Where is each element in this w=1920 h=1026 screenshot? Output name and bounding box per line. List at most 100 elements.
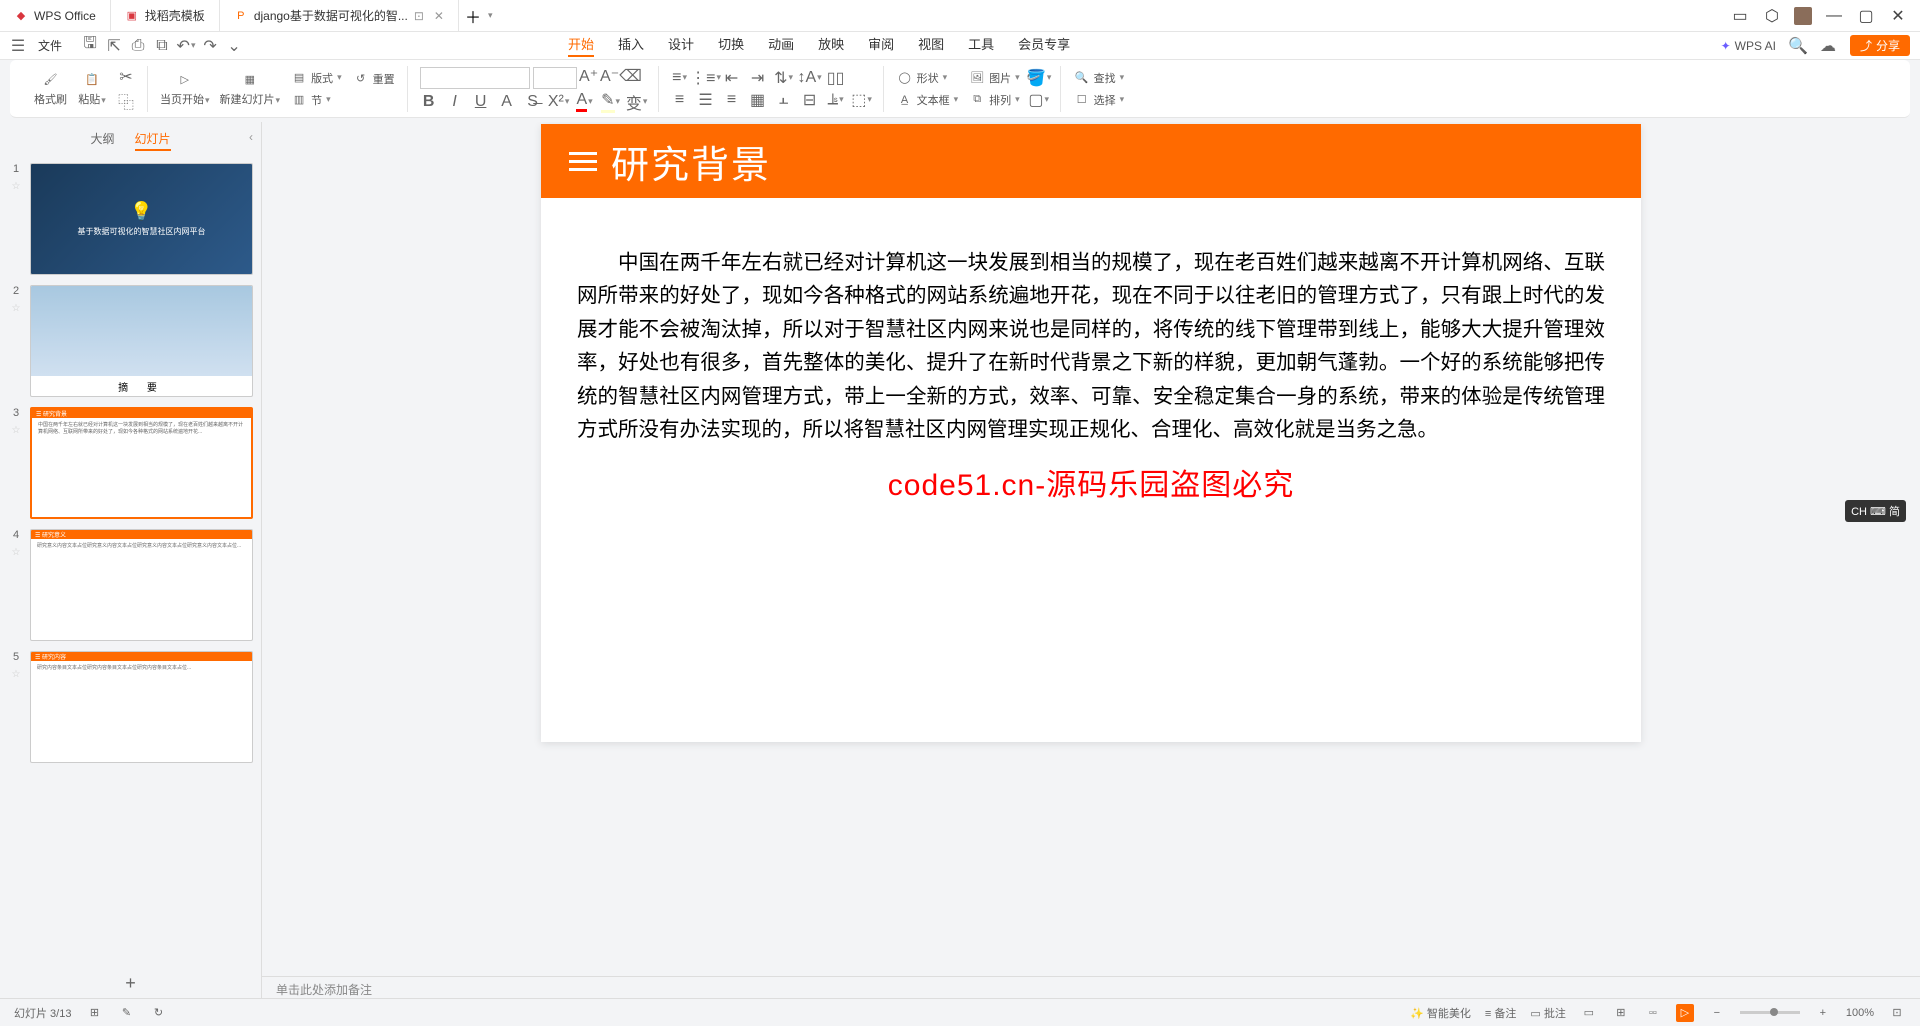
- italic-icon[interactable]: I: [446, 93, 464, 111]
- align-center-icon[interactable]: ☰: [697, 91, 715, 109]
- slide-thumb-1[interactable]: 💡基于数据可视化的智慧社区内网平台: [30, 163, 253, 275]
- star-icon[interactable]: ☆: [12, 425, 21, 436]
- status-pen-icon[interactable]: ✎: [117, 1004, 135, 1022]
- slide-body[interactable]: 中国在两千年左右就已经对计算机这一块发展到相当的规模了，现在老百姓们越来越离不开…: [541, 198, 1641, 524]
- zoom-slider[interactable]: [1740, 1011, 1800, 1014]
- app-tab-document[interactable]: P django基于数据可视化的智... ⊡ ✕: [220, 0, 459, 31]
- outline-tab[interactable]: 大纲: [90, 130, 114, 151]
- tab-start[interactable]: 开始: [568, 34, 594, 57]
- view-normal-icon[interactable]: ▭: [1580, 1004, 1598, 1022]
- arrange-button[interactable]: ⧉排列▾: [968, 91, 1020, 109]
- align-left-icon[interactable]: ≡: [671, 91, 689, 109]
- bold-icon[interactable]: B: [420, 93, 438, 111]
- zoom-in-icon[interactable]: +: [1814, 1004, 1832, 1022]
- zoom-value[interactable]: 100%: [1846, 1007, 1874, 1019]
- outline-icon[interactable]: ▢▾: [1030, 91, 1048, 109]
- notes-toggle[interactable]: ≡ 备注: [1485, 1005, 1516, 1021]
- increase-font-icon[interactable]: A⁺: [580, 67, 598, 85]
- tab-vip[interactable]: 会员专享: [1018, 34, 1070, 57]
- section-button[interactable]: ▥节▾: [290, 91, 342, 109]
- app-tab-template[interactable]: ▣ 找稻壳模板: [111, 0, 220, 31]
- fit-screen-icon[interactable]: ⊡: [1888, 1004, 1906, 1022]
- cut-icon[interactable]: ✂: [117, 68, 135, 86]
- tab-animation[interactable]: 动画: [768, 34, 794, 57]
- tab-review[interactable]: 审阅: [868, 34, 894, 57]
- align-justify-icon[interactable]: ▦: [749, 91, 767, 109]
- text-direction-icon[interactable]: ↕A▾: [801, 69, 819, 87]
- tab-design[interactable]: 设计: [668, 34, 694, 57]
- font-family-select[interactable]: [420, 67, 530, 89]
- save-icon[interactable]: 🖫: [82, 38, 98, 54]
- paste-button[interactable]: 📋粘贴▾: [77, 71, 107, 107]
- search-icon[interactable]: 🔍: [1790, 38, 1806, 54]
- align-bottom-icon[interactable]: ⫡▾: [827, 91, 845, 109]
- star-icon[interactable]: ☆: [12, 547, 21, 558]
- window-tabs-icon[interactable]: ▭: [1730, 6, 1750, 26]
- comments-toggle[interactable]: ▭ 批注: [1530, 1005, 1565, 1021]
- avatar-icon[interactable]: [1794, 7, 1812, 25]
- hamburger-menu-icon[interactable]: ☰: [10, 38, 26, 54]
- fill-color-icon[interactable]: 🪣▾: [1030, 69, 1048, 87]
- view-reading-icon[interactable]: ▫▫: [1644, 1004, 1662, 1022]
- zoom-out-icon[interactable]: −: [1708, 1004, 1726, 1022]
- increase-indent-icon[interactable]: ⇥: [749, 69, 767, 87]
- smart-art-icon[interactable]: ⬚▾: [853, 91, 871, 109]
- cube-icon[interactable]: ⬡: [1762, 6, 1782, 26]
- shadow-icon[interactable]: A: [498, 93, 516, 111]
- new-slide-button[interactable]: ▦新建幻灯片▾: [220, 71, 281, 107]
- columns-icon[interactable]: ▯▯: [827, 69, 845, 87]
- bullet-list-icon[interactable]: ≡▾: [671, 69, 689, 87]
- minimize-icon[interactable]: —: [1824, 6, 1844, 26]
- redo-icon[interactable]: ↷: [202, 38, 218, 54]
- slides-tab[interactable]: 幻灯片: [135, 130, 171, 151]
- strike-icon[interactable]: S̶: [524, 93, 542, 111]
- reset-button[interactable]: ↺重置: [352, 70, 395, 88]
- tab-more-icon[interactable]: ⊡: [414, 9, 424, 23]
- tab-view[interactable]: 视图: [918, 34, 944, 57]
- close-tab-icon[interactable]: ✕: [434, 9, 444, 23]
- print-icon[interactable]: ⎙: [130, 38, 146, 54]
- highlight-icon[interactable]: ✎▾: [602, 93, 620, 111]
- slide-canvas[interactable]: 研究背景 中国在两千年左右就已经对计算机这一块发展到相当的规模了，现在老百姓们越…: [541, 124, 1641, 742]
- file-menu[interactable]: 文件: [32, 35, 68, 56]
- font-color-icon[interactable]: A▾: [576, 93, 594, 111]
- star-icon[interactable]: ☆: [12, 669, 21, 680]
- canvas-scroll[interactable]: 研究背景 中国在两千年左右就已经对计算机这一块发展到相当的规模了，现在老百姓们越…: [262, 122, 1920, 976]
- decrease-font-icon[interactable]: A⁻: [601, 67, 619, 85]
- align-top-icon[interactable]: ⫠: [775, 91, 793, 109]
- align-right-icon[interactable]: ≡: [723, 91, 741, 109]
- tab-tools[interactable]: 工具: [968, 34, 994, 57]
- copy-icon[interactable]: ⿻: [117, 92, 135, 110]
- find-button[interactable]: 🔍查找▾: [1073, 69, 1125, 87]
- tab-present[interactable]: 放映: [818, 34, 844, 57]
- more-quick-icon[interactable]: ⌄: [226, 38, 242, 54]
- underline-icon[interactable]: U: [472, 93, 490, 111]
- cloud-icon[interactable]: ☁: [1820, 38, 1836, 54]
- add-slide-button[interactable]: +: [0, 965, 261, 1002]
- superscript-icon[interactable]: X²▾: [550, 93, 568, 111]
- maximize-icon[interactable]: ▢: [1856, 6, 1876, 26]
- shape-button[interactable]: ◯形状▾: [896, 69, 959, 87]
- status-replay-icon[interactable]: ↻: [149, 1004, 167, 1022]
- image-button[interactable]: 🖼图片▾: [968, 69, 1020, 87]
- app-tab-wps[interactable]: ◆ WPS Office: [0, 0, 111, 31]
- share-button[interactable]: ⤴ 分享: [1850, 35, 1910, 56]
- smart-beautify[interactable]: ✨ 智能美化: [1410, 1005, 1471, 1021]
- decrease-indent-icon[interactable]: ⇤: [723, 69, 741, 87]
- tab-transition[interactable]: 切换: [718, 34, 744, 57]
- close-window-icon[interactable]: ✕: [1888, 6, 1908, 26]
- align-middle-icon[interactable]: ⊟: [801, 91, 819, 109]
- collapse-panel-icon[interactable]: ‹: [249, 130, 253, 144]
- number-list-icon[interactable]: ⋮≡▾: [697, 69, 715, 87]
- textbox-button[interactable]: A̲文本框▾: [896, 91, 959, 109]
- slide-title[interactable]: 研究背景: [611, 134, 771, 189]
- select-button[interactable]: ☐选择▾: [1073, 91, 1125, 109]
- star-icon[interactable]: ☆: [12, 181, 21, 192]
- slide-thumb-4[interactable]: ☰ 研究意义 研究意义内容文本占位研究意义内容文本占位研究意义内容文本占位研究意…: [30, 529, 253, 641]
- export-icon[interactable]: ⇱: [106, 38, 122, 54]
- ime-indicator[interactable]: CH ⌨ 简: [1845, 500, 1906, 522]
- play-from-current[interactable]: ▷当页开始▾: [160, 71, 210, 107]
- tab-insert[interactable]: 插入: [618, 34, 644, 57]
- body-text[interactable]: 中国在两千年左右就已经对计算机这一块发展到相当的规模了，现在老百姓们越来越离不开…: [577, 246, 1605, 446]
- star-icon[interactable]: ☆: [12, 303, 21, 314]
